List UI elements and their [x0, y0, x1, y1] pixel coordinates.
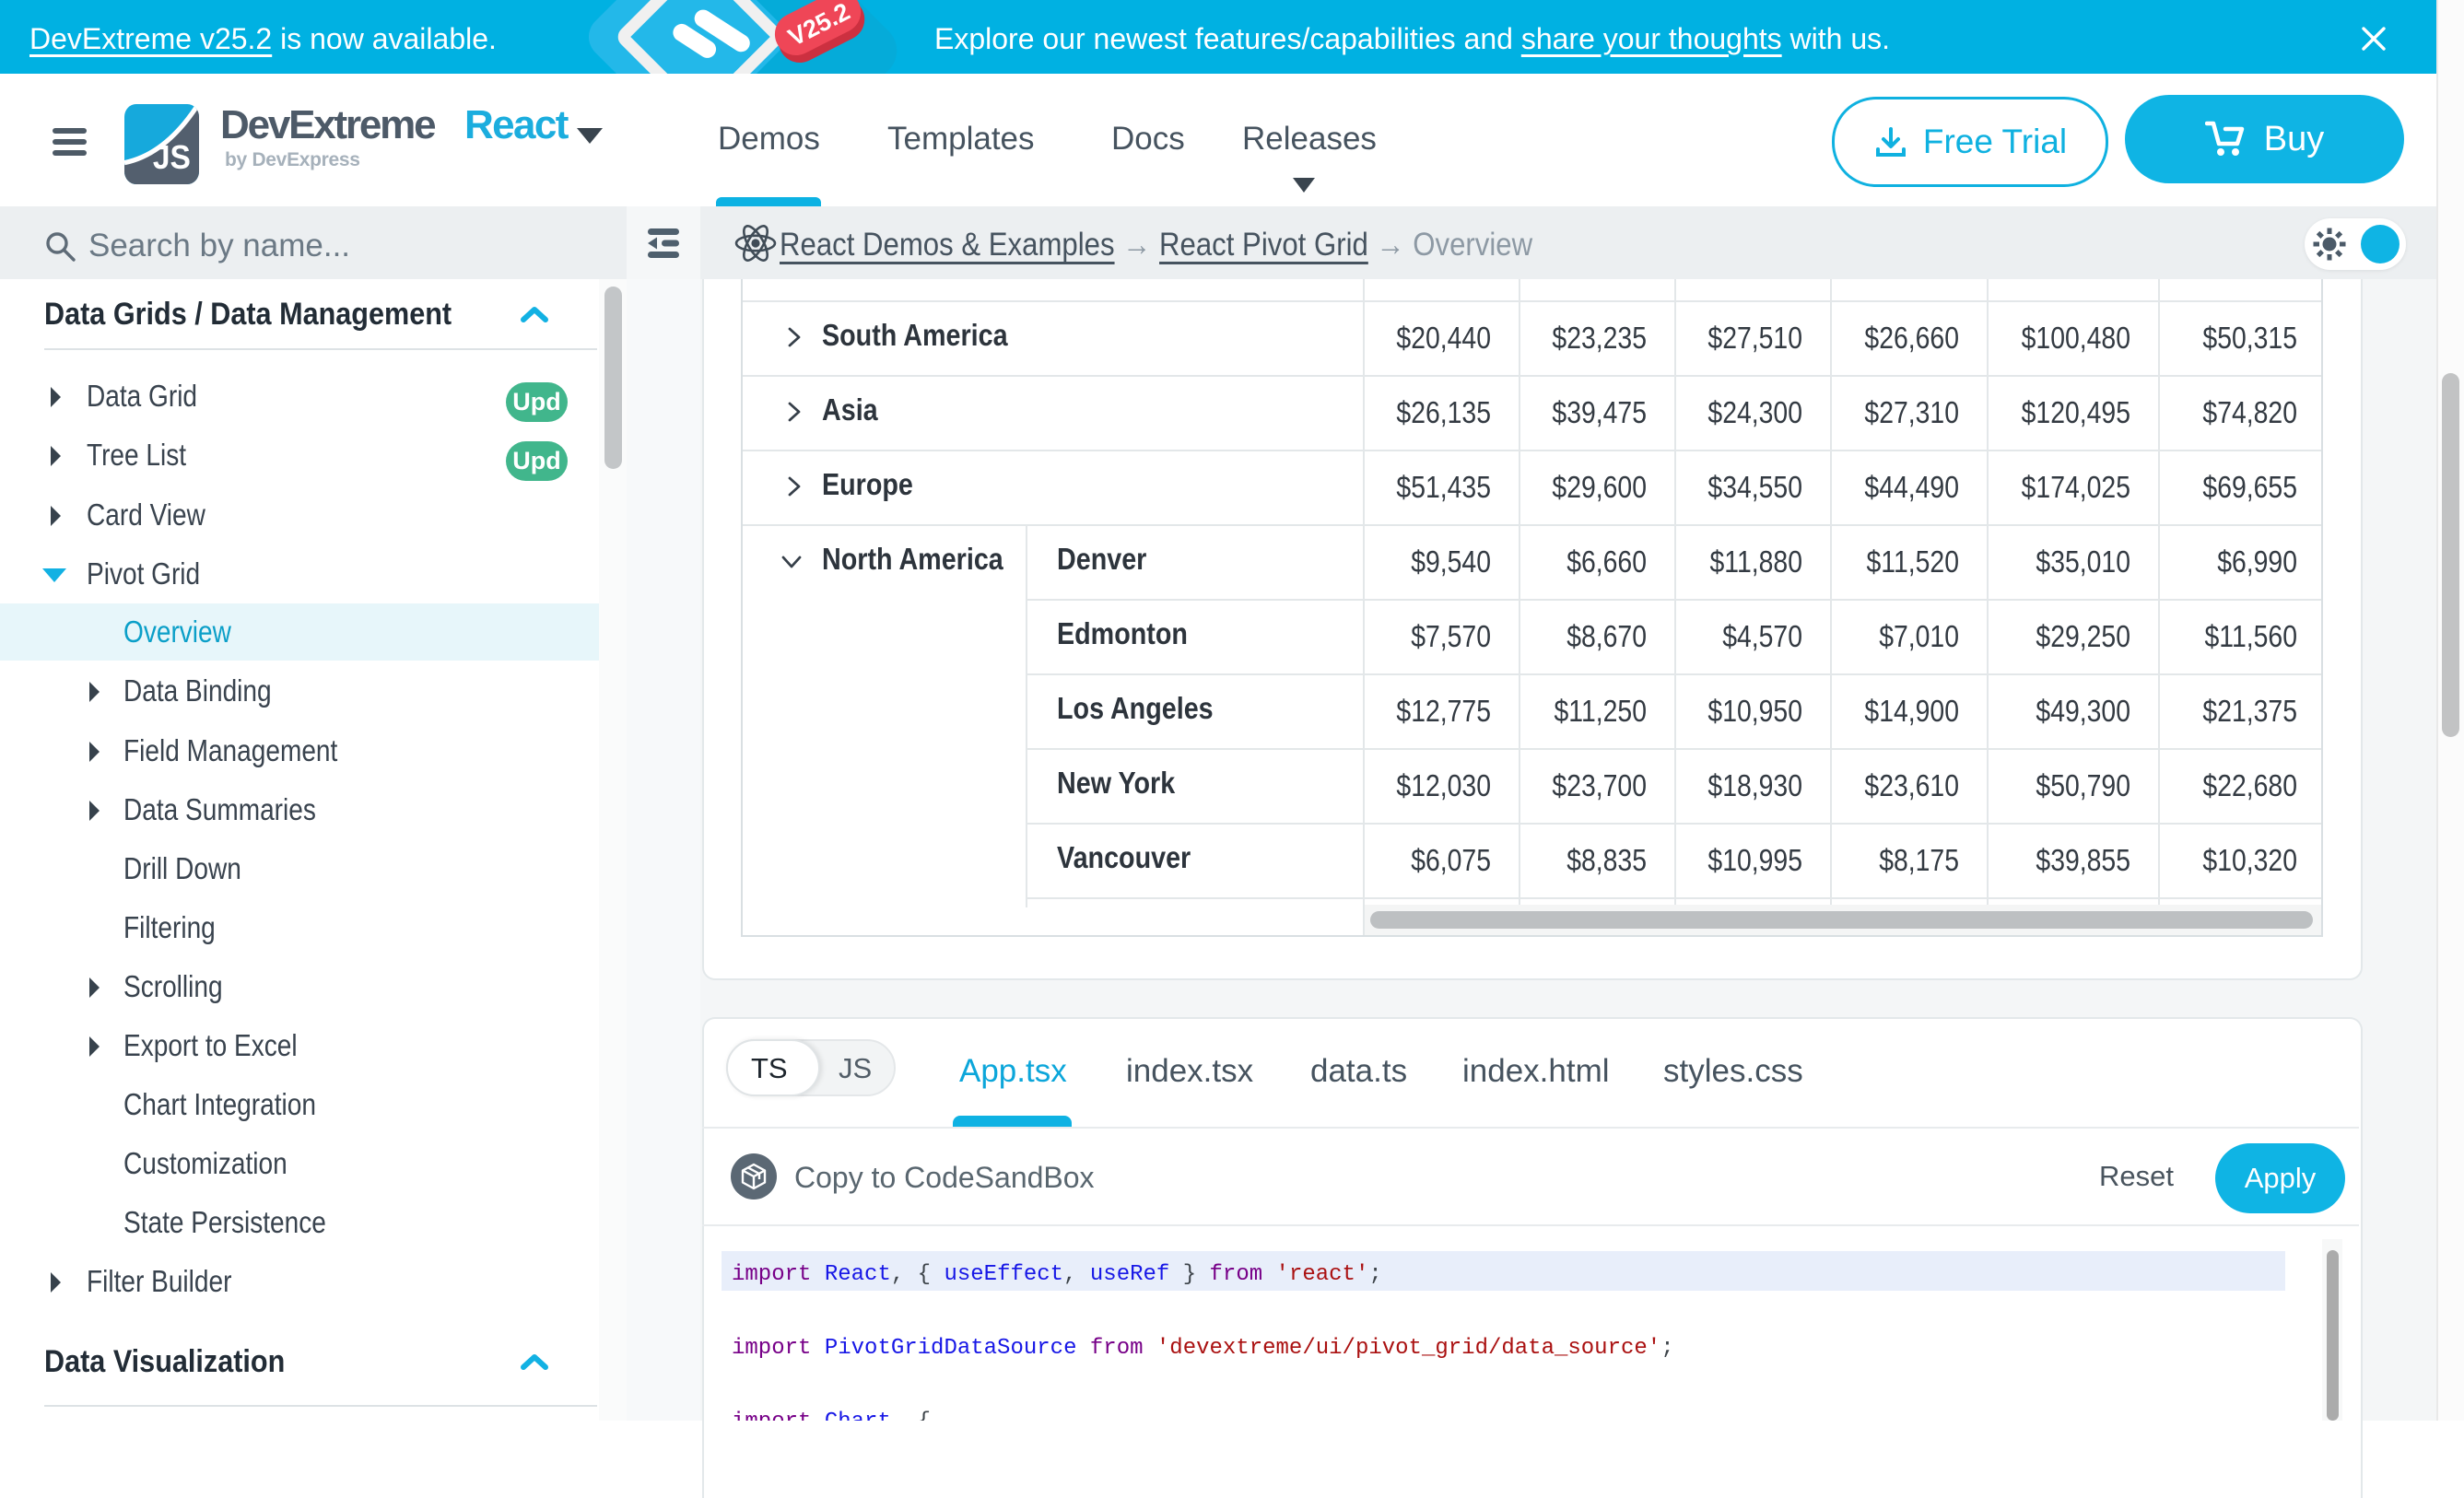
svg-text:JS: JS	[153, 139, 191, 176]
